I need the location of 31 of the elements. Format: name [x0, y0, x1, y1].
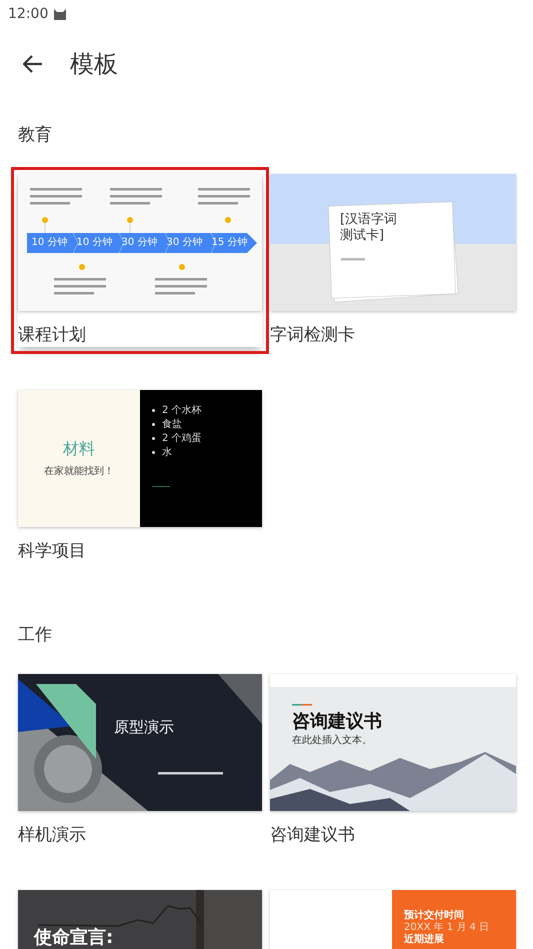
slide-subtitle: 在家就能找到！ [44, 464, 114, 478]
bullet-item: 水 [152, 446, 262, 459]
back-arrow-icon [23, 55, 43, 73]
bullet-item: 食盐 [152, 418, 262, 431]
slide-heading: 预计交付时间 [404, 910, 465, 922]
bullet-item: 2 个鸡蛋 [152, 432, 262, 445]
status-time: 12:00 [8, 6, 48, 22]
cat-icon [54, 8, 66, 20]
section-heading: 工作 [18, 624, 53, 646]
bullet-item: 2 个水杯 [152, 404, 262, 417]
slide-title: 材料 [63, 439, 95, 460]
page-title: 模板 [70, 49, 118, 80]
slide-title: 咨询建议书 [292, 710, 382, 733]
template-name: 样机演示 [18, 824, 87, 847]
slide-title: 使命宣言: [34, 928, 114, 948]
template-name: 字词检测卡 [270, 324, 356, 347]
slide-date: 20XX 年 1 月 4 日 [404, 922, 490, 934]
slide-title: 原型演示 [114, 718, 174, 737]
step-label: 30 分钟 [120, 236, 158, 250]
template-name: 科学项目 [18, 540, 87, 563]
template-name: 咨询建议书 [270, 824, 356, 847]
template-name: 课程计划 [18, 324, 87, 347]
step-label: 10 分钟 [76, 236, 114, 250]
template-card[interactable]: 使命宣言: [18, 890, 262, 949]
section-heading: 教育 [18, 124, 53, 146]
slide-subtitle: 在此处插入文本。 [292, 734, 372, 747]
step-label: 30 分钟 [166, 236, 204, 250]
card-title: [汉语字词测试卡] [340, 212, 398, 244]
step-label: 15 分钟 [210, 236, 248, 250]
step-label: 10 分钟 [30, 236, 68, 250]
slide-heading: 近期进展 [404, 934, 445, 946]
